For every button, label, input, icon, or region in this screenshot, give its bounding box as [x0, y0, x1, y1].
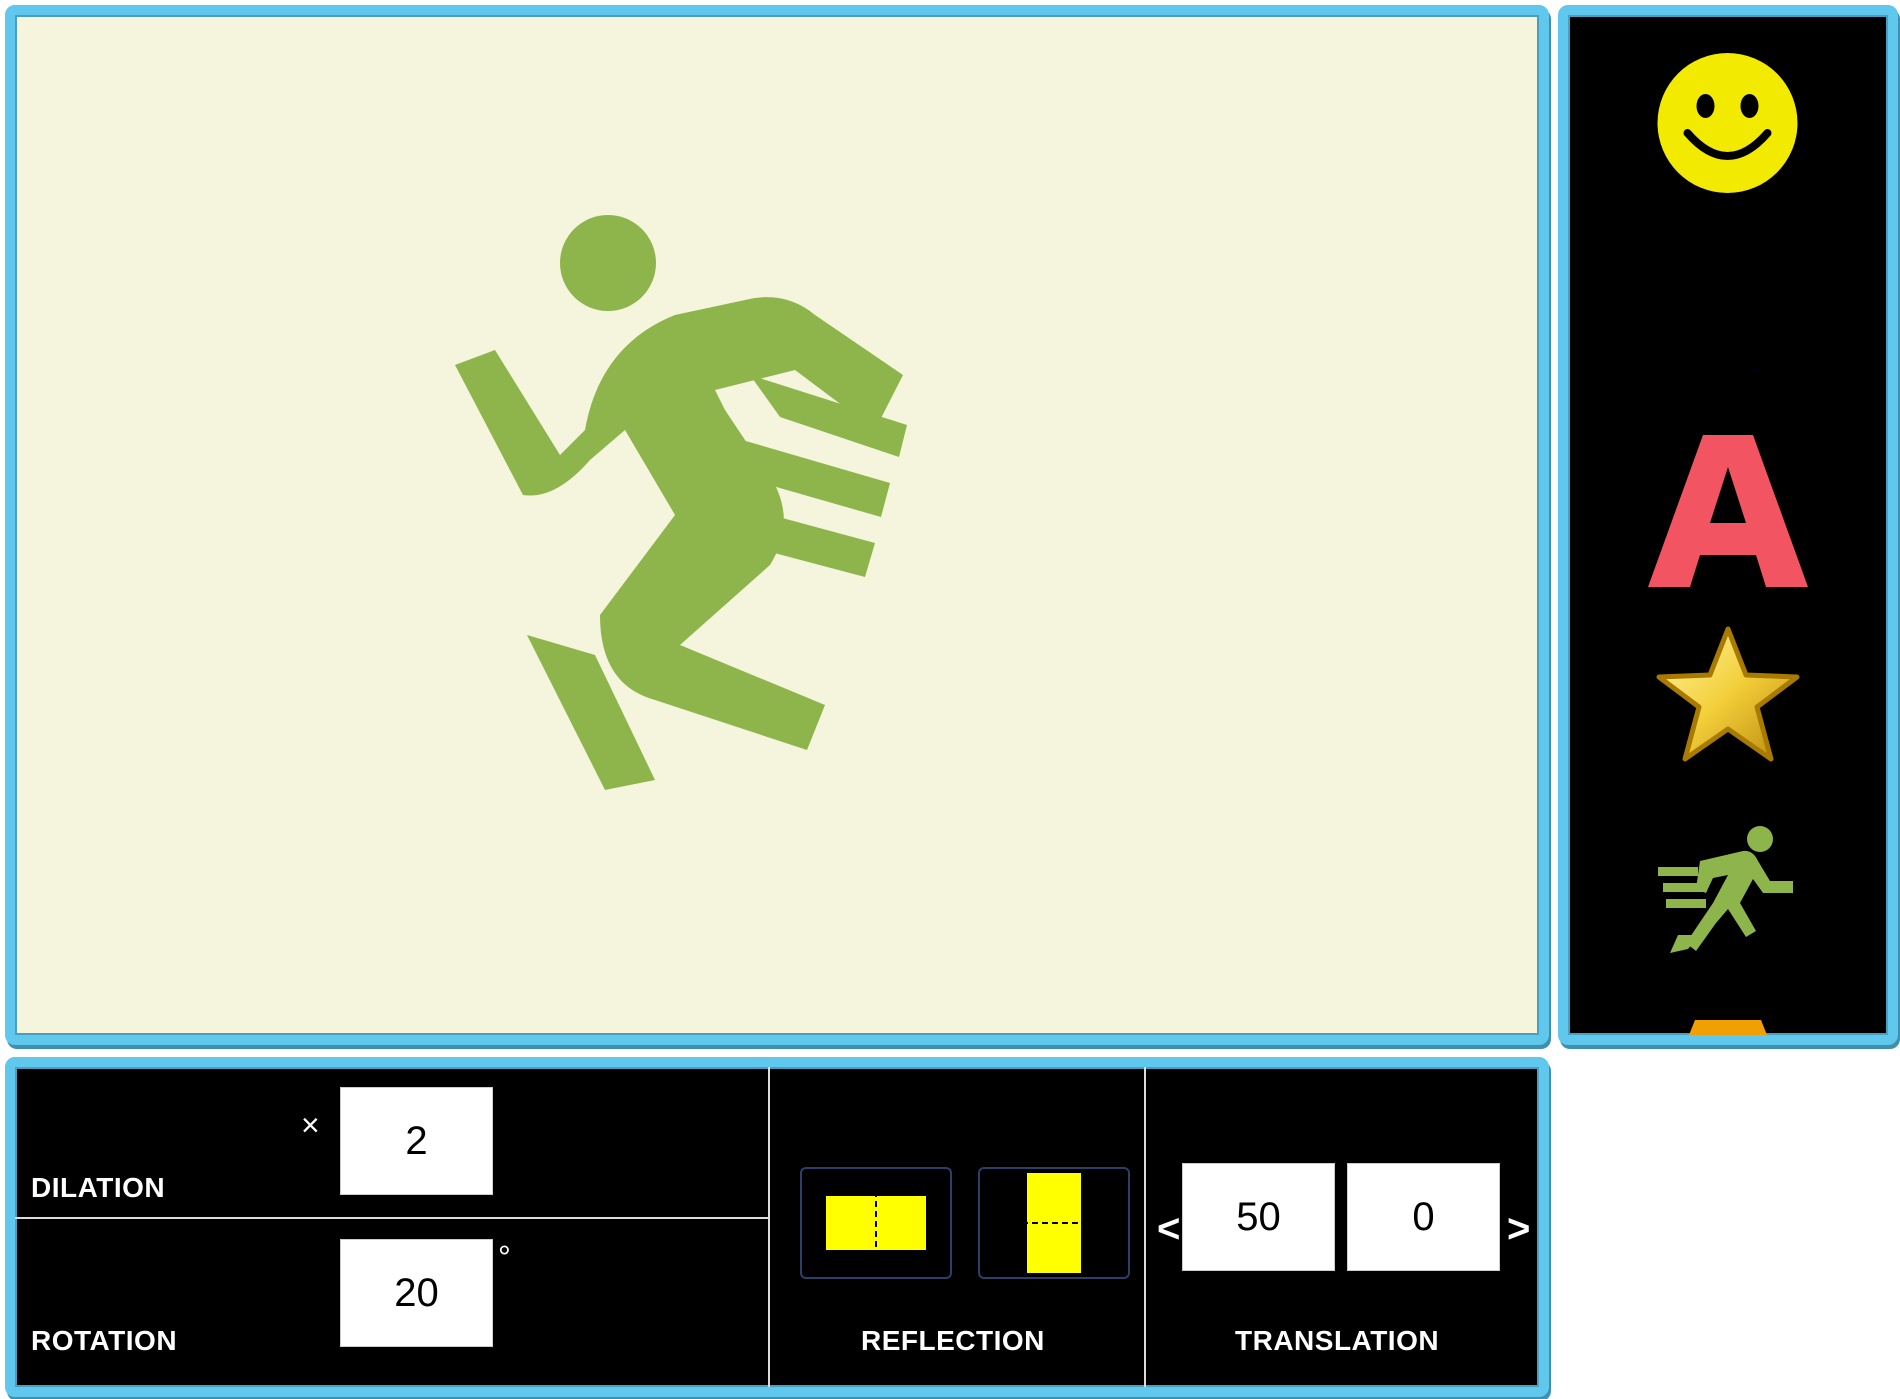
translation-x-input[interactable]: 50: [1182, 1163, 1335, 1271]
rotation-input[interactable]: 20: [340, 1239, 493, 1347]
multiply-symbol: ×: [301, 1107, 320, 1143]
reflection-label: REFLECTION: [861, 1325, 1045, 1356]
smiley-face-icon[interactable]: [1656, 51, 1801, 196]
gold-star-icon[interactable]: [1655, 625, 1801, 765]
orange-shape-icon[interactable]: [1683, 1020, 1773, 1045]
transform-canvas[interactable]: [5, 5, 1549, 1045]
translate-left-arrow[interactable]: <: [1157, 1207, 1180, 1252]
running-person-icon[interactable]: [435, 195, 1035, 855]
row-divider: [15, 1217, 769, 1219]
crescent-moon-icon[interactable]: [1653, 241, 1803, 391]
reflect-vertical-button[interactable]: [978, 1167, 1130, 1279]
dilation-input[interactable]: 2: [340, 1087, 493, 1195]
reflect-vertical-axis-icon: [826, 1191, 926, 1255]
reflect-horizontal-button[interactable]: [800, 1167, 952, 1279]
column-divider: [1144, 1067, 1146, 1387]
transform-controls: DILATION × 2 ROTATION 20 ° REFLECTION < …: [5, 1057, 1549, 1397]
degree-symbol: °: [498, 1239, 511, 1275]
translation-label: TRANSLATION: [1235, 1325, 1440, 1356]
letter-a-icon[interactable]: [1648, 435, 1808, 587]
rotation-label: ROTATION: [31, 1325, 178, 1356]
translation-y-input[interactable]: 0: [1347, 1163, 1500, 1271]
shape-palette: [1558, 5, 1898, 1045]
dilation-label: DILATION: [31, 1172, 166, 1203]
running-person-icon[interactable]: [1658, 823, 1798, 963]
column-divider: [768, 1067, 770, 1387]
translate-right-arrow[interactable]: >: [1507, 1207, 1530, 1252]
reflect-horizontal-axis-icon: [1022, 1173, 1086, 1273]
